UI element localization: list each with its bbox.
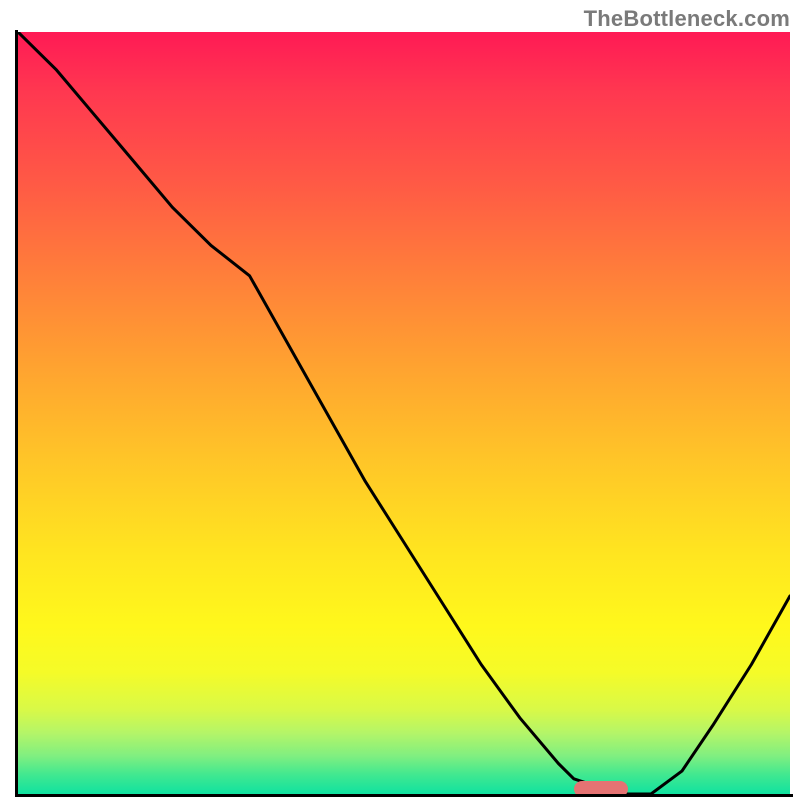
watermark-text: TheBottleneck.com — [584, 6, 790, 32]
curve-layer — [18, 32, 790, 794]
bottleneck-chart: TheBottleneck.com — [0, 0, 800, 800]
bottleneck-curve — [18, 32, 790, 794]
y-axis — [15, 30, 18, 796]
x-axis — [15, 794, 793, 797]
